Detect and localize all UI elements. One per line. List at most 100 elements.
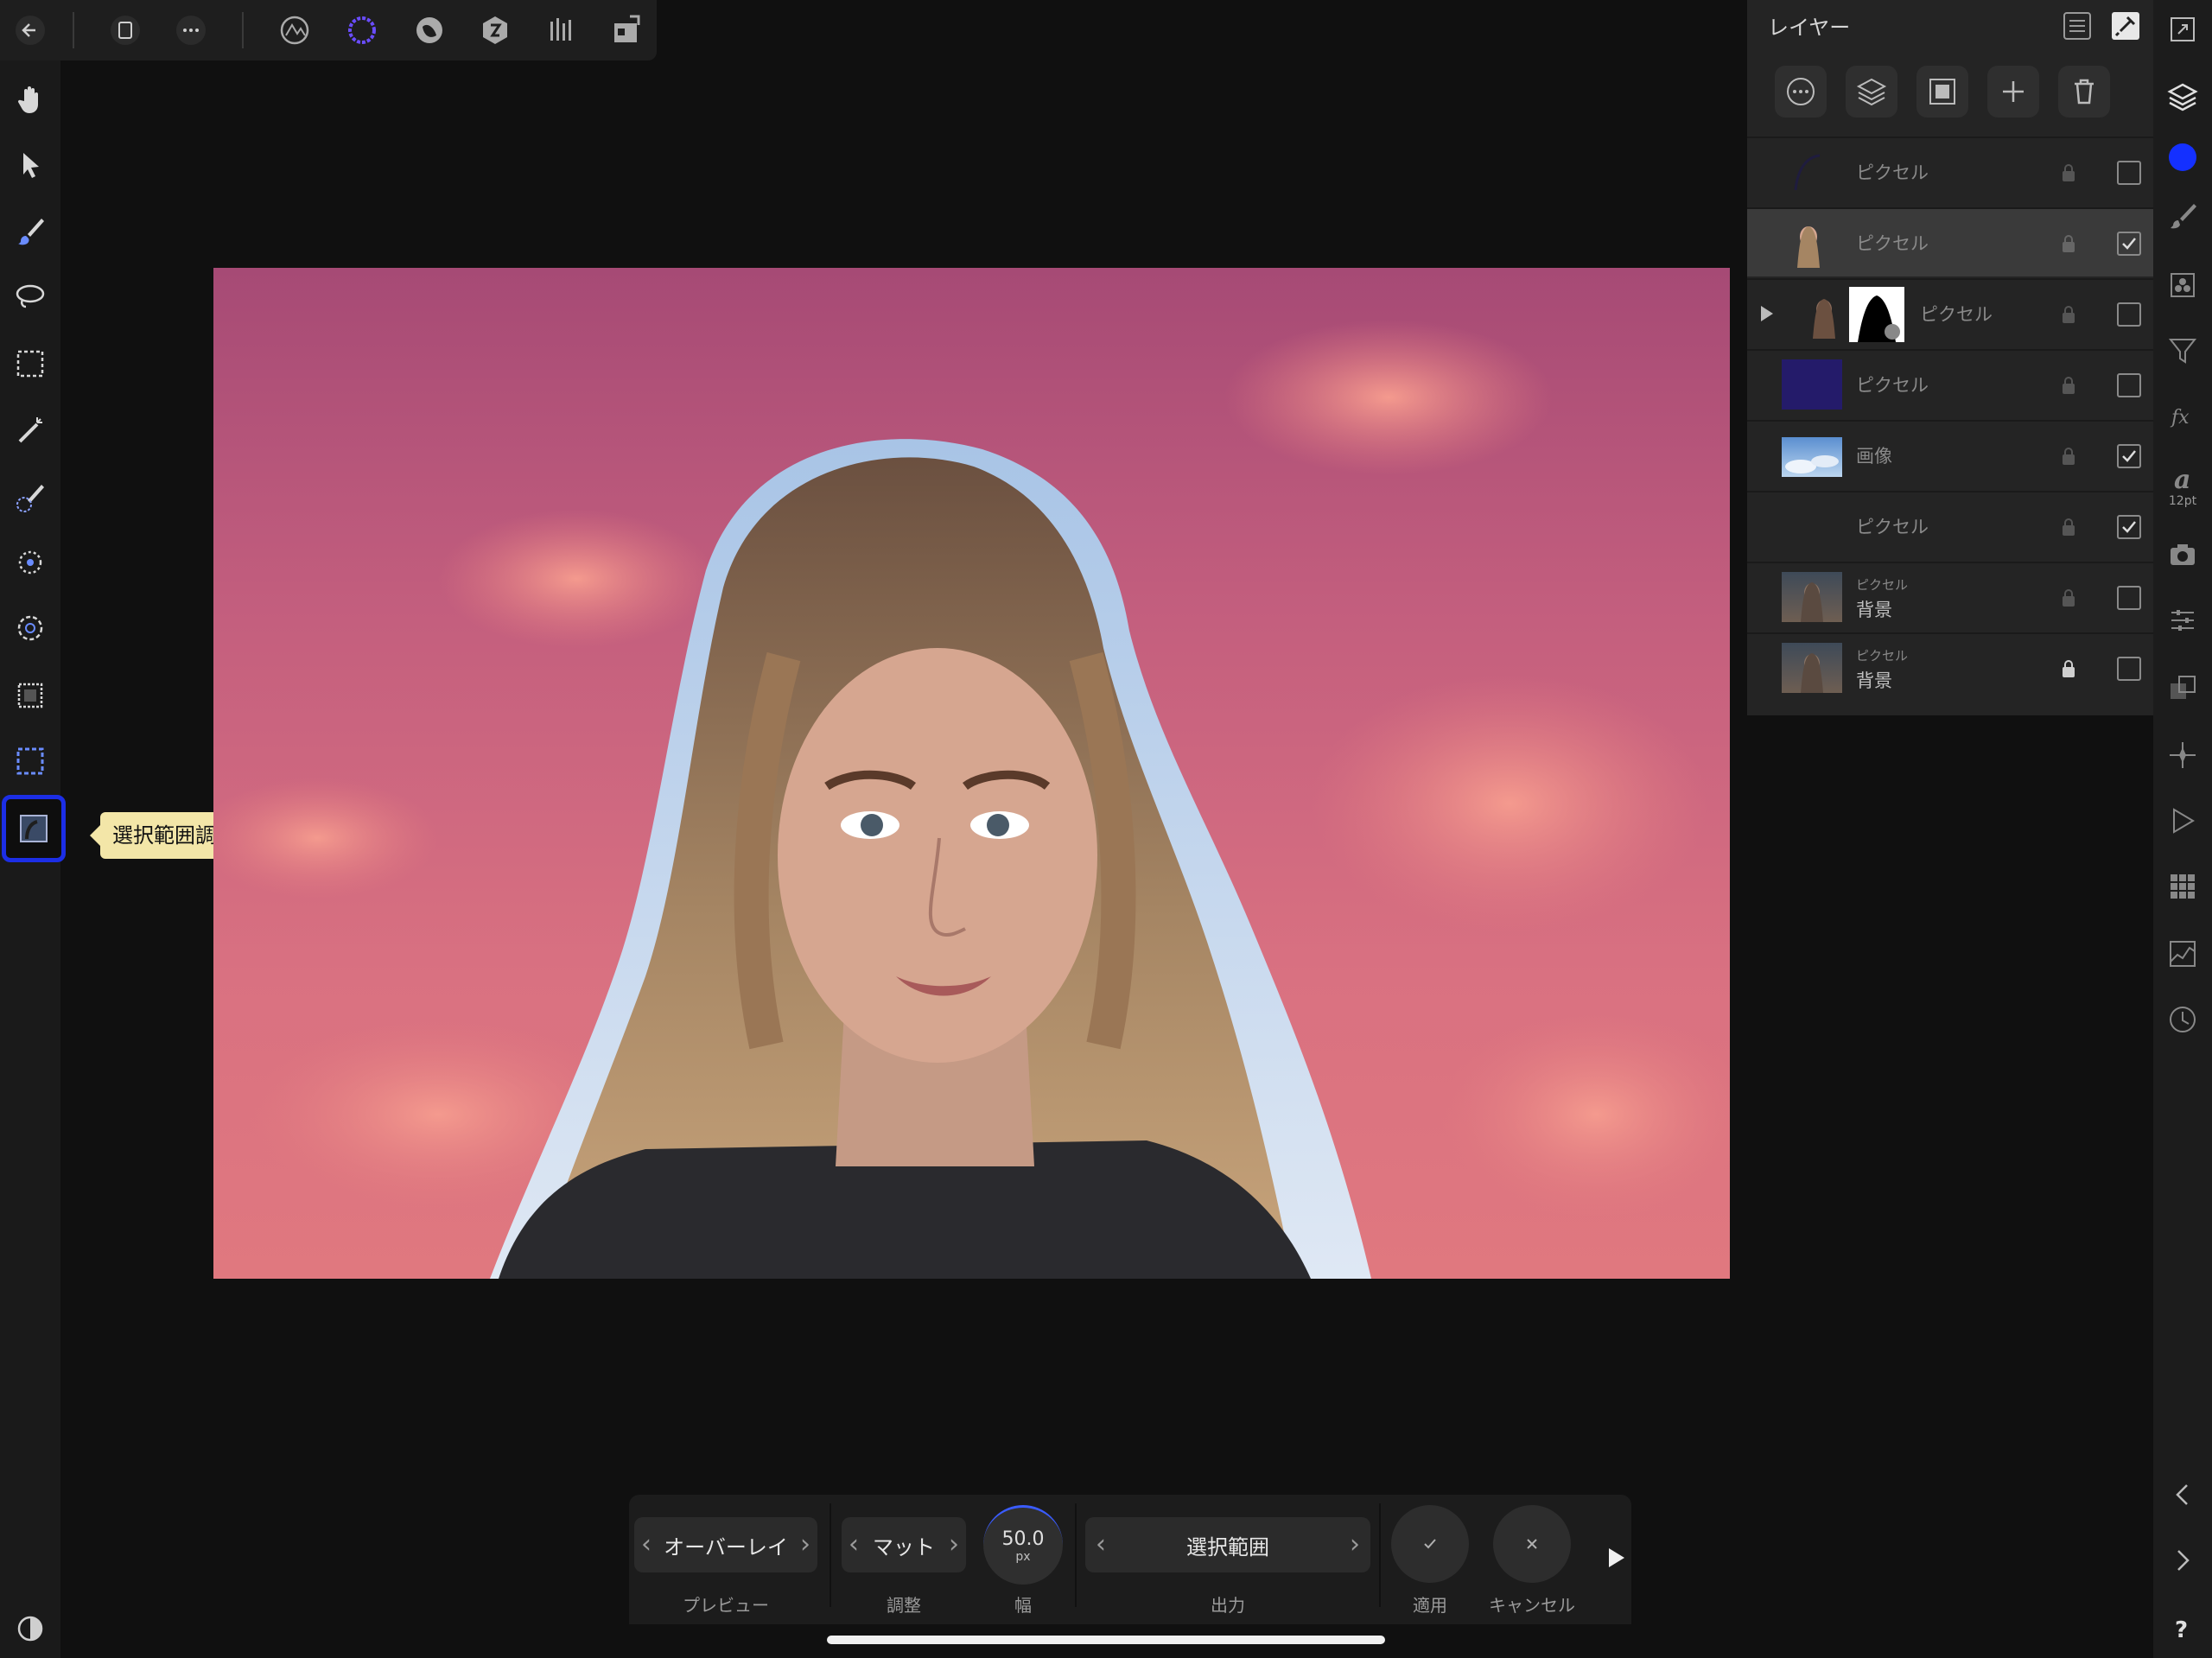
navigator-icon[interactable]	[2162, 734, 2203, 776]
grid-icon[interactable]	[2162, 866, 2203, 907]
layer-options-icon[interactable]	[1775, 66, 1827, 118]
layers-studio-icon[interactable]	[2162, 76, 2203, 118]
preview-selector[interactable]: ‹ オーバーレイ ›	[634, 1517, 817, 1572]
expand-triangle-icon[interactable]	[1758, 304, 1775, 323]
selection-brush-icon[interactable]	[9, 475, 52, 518]
lock-icon[interactable]	[2060, 233, 2077, 254]
lock-icon[interactable]	[2060, 517, 2077, 537]
freehand-select-icon[interactable]	[9, 607, 52, 650]
layer-row[interactable]: 画像	[1747, 420, 2153, 489]
chevron-right-icon[interactable]: ›	[949, 1529, 959, 1560]
layer-type-label: ピクセル	[1856, 577, 1909, 593]
chevron-right-icon[interactable]: ›	[800, 1529, 810, 1560]
lock-icon[interactable]	[2060, 304, 2077, 325]
visibility-checkbox[interactable]	[2117, 373, 2141, 397]
chevron-left-icon[interactable]: ‹	[849, 1529, 859, 1560]
export-persona-icon[interactable]	[605, 9, 648, 52]
width-value: 50.0	[1001, 1528, 1045, 1550]
layer-row[interactable]: ピクセル 背景	[1747, 632, 2153, 702]
apply-button[interactable]	[1391, 1505, 1469, 1583]
marquee-icon[interactable]	[9, 342, 52, 385]
fullscreen-icon[interactable]	[2162, 9, 2203, 50]
output-selector[interactable]: ‹ 選択範囲 ›	[1085, 1517, 1370, 1572]
selection-persona-icon[interactable]	[340, 9, 384, 52]
width-dial[interactable]: 50.0 px	[983, 1505, 1063, 1585]
more-icon[interactable]	[169, 9, 213, 52]
layer-name: 画像	[1856, 446, 1892, 467]
photo-persona-icon[interactable]	[273, 9, 316, 52]
layer-type-label: ピクセル	[1856, 648, 1909, 664]
develop-persona-icon[interactable]	[474, 9, 517, 52]
lasso-icon[interactable]	[9, 275, 52, 318]
document-icon[interactable]	[104, 9, 147, 52]
delete-layer-icon[interactable]	[2058, 66, 2110, 118]
chevron-left-icon[interactable]: ‹	[1096, 1529, 1106, 1560]
layer-row[interactable]: ピクセル	[1747, 278, 2153, 347]
channels-icon[interactable]	[2162, 264, 2203, 306]
lock-icon[interactable]	[2060, 446, 2077, 467]
magic-wand-icon[interactable]	[9, 410, 52, 453]
list-view-icon[interactable]	[2058, 9, 2096, 43]
top-toolbar	[0, 0, 657, 60]
brush-studio-icon[interactable]	[2162, 195, 2203, 237]
pin-icon[interactable]	[2107, 9, 2145, 43]
color-swatch-icon[interactable]	[2162, 137, 2203, 178]
adjust-selector[interactable]: ‹ マット ›	[842, 1517, 966, 1572]
layer-name: ピクセル	[1856, 517, 1929, 537]
filter-icon[interactable]	[2162, 330, 2203, 372]
visibility-checkbox[interactable]	[2117, 232, 2141, 256]
cancel-button[interactable]	[1493, 1505, 1571, 1583]
lock-icon[interactable]	[2060, 375, 2077, 396]
layer-row[interactable]: ピクセル	[1747, 137, 2153, 206]
visibility-checkbox[interactable]	[2117, 657, 2141, 681]
cancel-label: キャンセル	[1489, 1595, 1575, 1616]
paintbrush-icon[interactable]	[9, 209, 52, 252]
width-label: 幅	[1014, 1595, 1032, 1616]
liquify-persona-icon[interactable]	[408, 9, 451, 52]
layer-row[interactable]: ピクセル	[1747, 491, 2153, 560]
visibility-checkbox[interactable]	[2117, 444, 2141, 468]
mask-thumbnail	[1849, 287, 1904, 342]
rect-select-icon[interactable]	[9, 674, 52, 717]
lock-icon[interactable]	[2060, 588, 2077, 608]
transform-icon[interactable]	[2162, 667, 2203, 708]
visibility-checkbox[interactable]	[2117, 586, 2141, 610]
chevron-right-icon[interactable]	[2162, 1540, 2203, 1581]
mask-layer-icon[interactable]	[1916, 66, 1968, 118]
help-icon[interactable]: ?	[2162, 1607, 2203, 1648]
text-style-icon[interactable]: a	[2162, 458, 2203, 499]
document-canvas[interactable]	[213, 268, 1730, 1279]
chevron-left-icon[interactable]	[2162, 1474, 2203, 1515]
visibility-checkbox[interactable]	[2117, 302, 2141, 327]
layer-row[interactable]: ピクセル	[1747, 207, 2153, 276]
svg-text:?: ?	[2175, 1617, 2188, 1643]
lock-icon[interactable]	[2060, 162, 2077, 183]
ellipse-select-icon[interactable]	[9, 740, 52, 783]
history-icon[interactable]	[2162, 999, 2203, 1040]
chevron-left-icon[interactable]: ‹	[641, 1529, 652, 1560]
layer-row[interactable]: ピクセル 背景	[1747, 562, 2153, 631]
back-arrow-icon[interactable]	[9, 9, 52, 52]
contrast-icon[interactable]	[9, 1607, 52, 1650]
fx-icon[interactable]: fx	[2162, 396, 2203, 437]
visibility-checkbox[interactable]	[2117, 161, 2141, 185]
layer-thumbnail	[1782, 359, 1842, 410]
output-label: 出力	[1211, 1595, 1245, 1616]
histogram-icon[interactable]	[2162, 933, 2203, 975]
play-icon[interactable]	[1605, 1547, 1626, 1569]
layer-stack-icon[interactable]	[1846, 66, 1897, 118]
layer-row[interactable]: ピクセル	[1747, 349, 2153, 418]
play-macro-icon[interactable]	[2162, 800, 2203, 842]
visibility-checkbox[interactable]	[2117, 515, 2141, 539]
tone-mapping-persona-icon[interactable]	[539, 9, 582, 52]
hand-icon[interactable]	[9, 78, 52, 121]
add-layer-icon[interactable]	[1987, 66, 2039, 118]
refine-selection-icon[interactable]	[2, 795, 66, 862]
layer-thumbnail	[1782, 437, 1842, 477]
flood-select-icon[interactable]	[9, 541, 52, 584]
lock-icon[interactable]	[2060, 658, 2077, 679]
adjustments-icon[interactable]	[2162, 600, 2203, 641]
move-icon[interactable]	[9, 143, 52, 187]
chevron-right-icon[interactable]: ›	[1350, 1529, 1360, 1560]
camera-icon[interactable]	[2162, 534, 2203, 575]
